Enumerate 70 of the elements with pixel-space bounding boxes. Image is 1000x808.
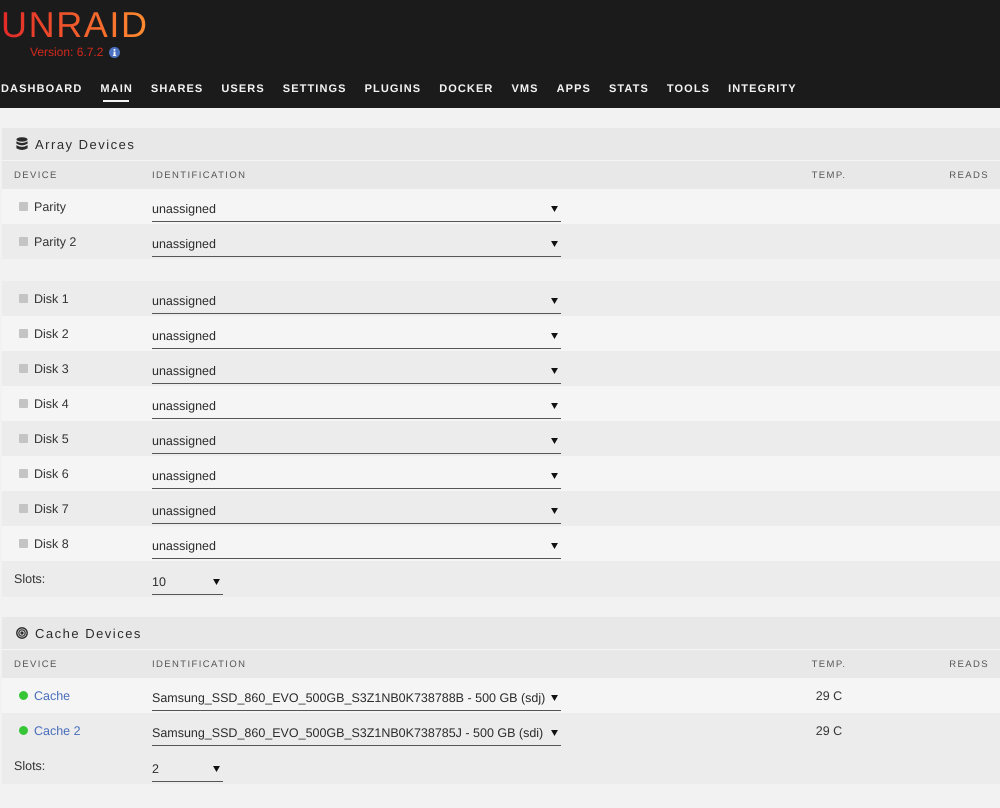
column-header: IDENTIFICATION [152, 658, 248, 670]
identification-dropdown[interactable]: unassigned [152, 464, 561, 489]
device-name: Disk 5 [34, 432, 69, 446]
section-title: Cache Devices [35, 626, 142, 640]
caret-icon [551, 543, 558, 549]
caret-icon [551, 368, 558, 374]
caret-icon [551, 508, 558, 514]
slots-label: Slots: [14, 572, 46, 586]
slots-dropdown[interactable]: 2 [152, 756, 223, 782]
column-header: IDENTIFICATION [152, 170, 248, 180]
target-icon [16, 627, 28, 639]
device-name: Disk 6 [34, 466, 69, 480]
column-header: TEMP. [810, 658, 848, 670]
device-name: Disk 8 [34, 536, 69, 550]
caret-icon [551, 473, 558, 479]
nav-tab[interactable]: VMS [511, 82, 539, 106]
caret-icon [551, 333, 558, 339]
caret-icon [551, 241, 558, 247]
identification-dropdown[interactable]: unassigned [152, 499, 561, 524]
slots-dropdown[interactable]: 10 [152, 570, 223, 594]
device-name: Disk 1 [34, 292, 69, 306]
database-icon [16, 137, 28, 151]
slots-label: Slots: [14, 759, 46, 773]
identification-dropdown[interactable]: unassigned [152, 197, 561, 222]
identification-dropdown[interactable]: unassigned [152, 324, 561, 349]
caret-icon [551, 206, 558, 212]
column-header: DEVICE [14, 658, 59, 670]
nav-tab[interactable]: TOOLS [666, 82, 710, 106]
device-name: Parity 2 [34, 234, 76, 248]
nav-tab[interactable]: STATS [608, 82, 649, 106]
identification-dropdown[interactable]: unassigned [152, 394, 561, 419]
caret-icon [551, 298, 558, 304]
nav-tab[interactable]: USERS [221, 82, 265, 106]
column-header: DEVICE [14, 170, 59, 180]
caret-icon [551, 695, 558, 701]
identification-dropdown[interactable]: Samsung_SSD_860_EVO_500GB_S3Z1NB0K738788B - 500 GB (sdj) [152, 686, 561, 711]
identification-dropdown[interactable]: unassigned [152, 289, 561, 314]
section-title: Array Devices [35, 136, 136, 152]
identification-dropdown[interactable]: unassigned [152, 534, 561, 559]
caret-icon [213, 578, 220, 584]
caret-icon [551, 438, 558, 444]
temperature-cell-text: 29 C [814, 724, 844, 738]
identification-dropdown[interactable]: Samsung_SSD_860_EVO_500GB_S3Z1NB0K738785J - 500 GB (sdi) [152, 721, 561, 746]
nav-tab[interactable]: MAIN [100, 82, 133, 106]
nav-tab[interactable]: INTEGRITY [728, 82, 797, 106]
identification-dropdown[interactable]: unassigned [152, 429, 561, 454]
column-header: READS [948, 170, 989, 180]
caret-icon [551, 403, 558, 409]
device-link[interactable]: Cache 2 [34, 724, 81, 738]
nav-tab[interactable]: DOCKER [439, 82, 494, 106]
temperature-cell-text: 29 C [814, 688, 844, 702]
column-header: TEMP. [810, 170, 848, 180]
version-text: Version: 6.7.2 [30, 45, 104, 59]
device-name: Disk 4 [34, 396, 69, 410]
device-name: Disk 3 [34, 362, 69, 376]
device-name: Disk 7 [34, 502, 69, 516]
info-icon[interactable] [109, 46, 120, 58]
caret-icon [551, 730, 558, 736]
identification-dropdown[interactable]: unassigned [152, 232, 561, 257]
column-header: READS [948, 658, 989, 670]
caret-icon [213, 766, 220, 772]
nav-tab[interactable]: SETTINGS [282, 82, 347, 106]
nav-tab[interactable]: SHARES [150, 82, 204, 106]
nav-tab[interactable]: DASHBOARD [1, 82, 82, 106]
device-name: Disk 2 [34, 326, 69, 340]
nav-tab[interactable]: PLUGINS [364, 82, 422, 106]
identification-dropdown[interactable]: unassigned [152, 359, 561, 384]
device-link[interactable]: Cache [34, 688, 70, 702]
nav-tab[interactable]: APPS [556, 82, 591, 106]
device-name: Parity [34, 200, 66, 214]
